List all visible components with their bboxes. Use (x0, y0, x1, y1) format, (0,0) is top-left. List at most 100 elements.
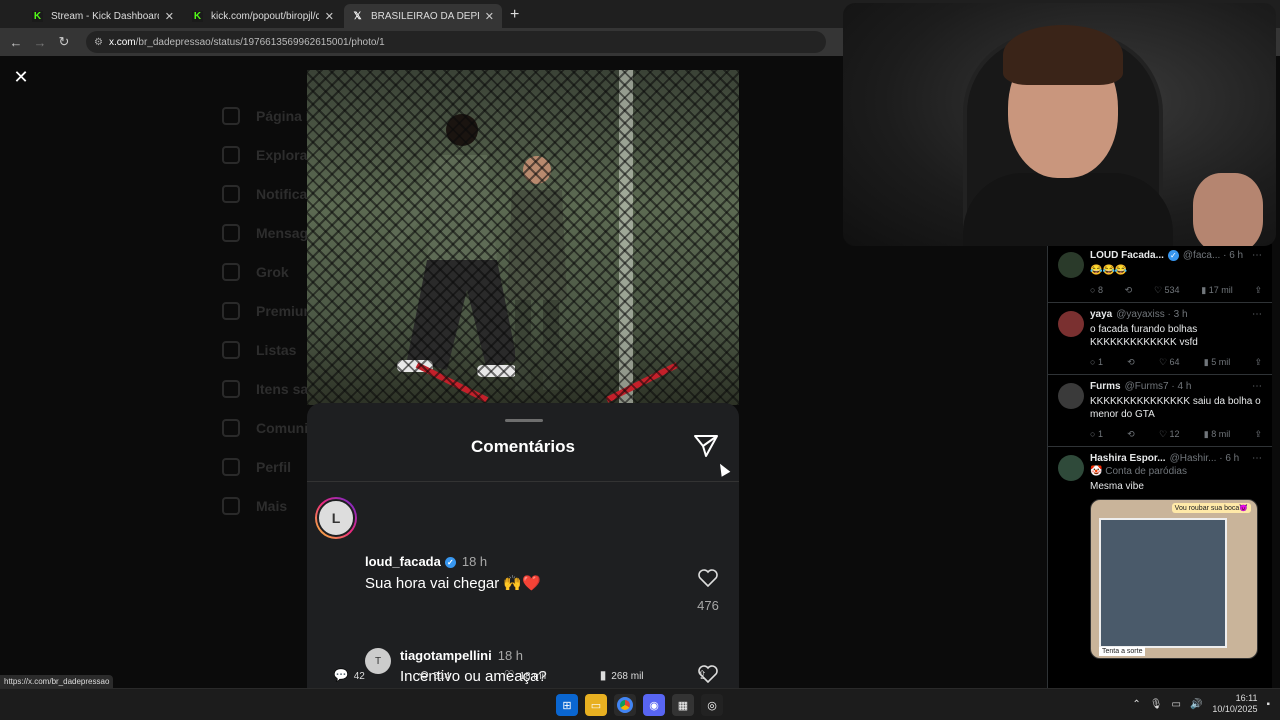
share-button[interactable]: ⇪ (697, 668, 712, 682)
tweet-handle: @Hashir... (1169, 453, 1217, 464)
bell-icon (222, 184, 240, 203)
obs-icon[interactable]: ◎ (701, 694, 723, 716)
like-count: 64 (1169, 357, 1180, 367)
tab-title: BRASILEIRÃO DA DEPRESSÃO n (371, 10, 479, 22)
share-icon[interactable]: ⇪ (1254, 285, 1262, 296)
comment-username[interactable]: loud_facada (365, 554, 441, 569)
tab-x-post[interactable]: 𝕏 BRASILEIRÃO DA DEPRESSÃO n ✕ (344, 4, 502, 28)
tab-kick-dashboard[interactable]: K Stream - Kick Dashboard ✕ (24, 4, 182, 28)
heart-icon[interactable] (698, 569, 718, 587)
post-photo[interactable] (307, 70, 739, 405)
image-caption: Tenta a sorte (1099, 647, 1146, 656)
x-logo-icon (222, 301, 240, 320)
send-icon[interactable] (693, 434, 719, 458)
tweet-time: 3 h (1173, 309, 1188, 320)
tweet-handle-time: @faca... · 6 h (1182, 250, 1244, 261)
avatar[interactable]: L (315, 497, 357, 539)
volume-icon[interactable]: 🔊 (1190, 699, 1202, 710)
tweet[interactable]: LOUD Facada... ✓ @faca... · 6 h ⋯ 😂😂😂 ○ 8 ⟲ ♡… (1048, 244, 1272, 303)
app-icon[interactable]: ▦ (672, 694, 694, 716)
more-icon[interactable]: ⋯ (1252, 250, 1262, 261)
like-button[interactable]: ♡ 12 (1159, 429, 1180, 440)
post-action-bar: 💬 42 ⟲ 514 ♡ 18 mil ▮ 268 mil ⇪ (307, 661, 739, 688)
close-photo-button[interactable]: ✕ (12, 68, 30, 86)
like-button[interactable]: ♡ 64 (1159, 357, 1180, 368)
back-icon[interactable]: ← (4, 35, 28, 50)
notification-icon[interactable]: ▪ (1266, 699, 1270, 710)
tweet-handle-time: @Hashir... · 6 h (1169, 453, 1240, 464)
tweet-text: KKKKKKKKKKKKKKK saiu da bolha o menor do… (1090, 396, 1261, 420)
bar-chart-icon: ▮ (599, 667, 607, 682)
discord-icon[interactable]: ◉ (643, 694, 665, 716)
tweet-text: 😂😂😂 (1090, 265, 1128, 276)
avatar[interactable] (1058, 311, 1084, 337)
views-button[interactable]: ▮ 17 mil (1201, 285, 1232, 296)
tweet[interactable]: yaya @yayaxiss · 3 h ⋯ o facada furando bo… (1048, 303, 1272, 375)
repost-icon[interactable]: ⟲ (1125, 285, 1133, 296)
reply-button[interactable]: ○ 1 (1090, 429, 1103, 440)
windows-start-icon[interactable]: ⊞ (556, 694, 578, 716)
tweet[interactable]: Furms @Furms7 · 4 h ⋯ KKKKKKKKKKKKKKK saiu… (1048, 375, 1272, 447)
url-input[interactable]: ⚙ x.com /br_dadepressao/status/197661356… (86, 31, 826, 53)
chevron-up-icon[interactable]: ⌃ (1132, 699, 1140, 710)
tweet[interactable]: Hashira Espor... @Hashir... · 6 h ⋯ 🤡 Cont… (1048, 447, 1272, 665)
avatar[interactable] (1058, 252, 1084, 278)
site-info-icon[interactable]: ⚙ (94, 37, 103, 48)
reply-button[interactable]: ○ 1 (1090, 357, 1103, 368)
like-count: 18 mil (519, 670, 547, 682)
clock[interactable]: 16:11 10/10/2025 (1212, 693, 1257, 715)
like-button[interactable]: ♡ 534 (1154, 285, 1180, 296)
tweet-author-name[interactable]: yaya (1090, 309, 1112, 320)
reload-icon[interactable]: ↻ (52, 34, 76, 50)
tab-title: kick.com/popout/biropjl/chat (211, 10, 319, 22)
tab-kick-chat[interactable]: K kick.com/popout/biropjl/chat ✕ (184, 4, 342, 28)
close-icon[interactable]: ✕ (325, 10, 334, 23)
tweet-image[interactable]: Vou roubar sua boca😈 Tenta a sorte (1090, 499, 1258, 659)
image-inset (1099, 518, 1227, 648)
reply-button[interactable]: ○ 8 (1090, 285, 1103, 296)
more-icon[interactable]: ⋯ (1252, 381, 1262, 392)
view-count: 5 mil (1211, 357, 1231, 367)
repost-icon: ⟲ (418, 667, 429, 682)
tweet-time: 6 h (1225, 453, 1240, 464)
close-icon[interactable]: ✕ (485, 10, 494, 23)
reply-count: 1 (1097, 429, 1103, 439)
network-icon[interactable]: ▭ (1172, 699, 1181, 710)
file-explorer-icon[interactable]: ▭ (585, 694, 607, 716)
repost-icon[interactable]: ⟲ (1127, 357, 1135, 368)
tab-title: Stream - Kick Dashboard (51, 10, 159, 22)
microphone-icon[interactable]: 🎙 (1150, 699, 1163, 710)
url-path: /br_dadepressao/status/19766135699626150… (135, 36, 385, 48)
more-icon[interactable]: ⋯ (1252, 453, 1262, 464)
views-button[interactable]: ▮ 8 mil (1204, 429, 1230, 440)
streamer-hand (1193, 173, 1263, 246)
avatar[interactable] (1058, 455, 1084, 481)
repost-icon[interactable]: ⟲ (1127, 429, 1135, 440)
share-icon[interactable]: ⇪ (1254, 429, 1262, 440)
views-button[interactable]: ▮ 5 mil (1204, 357, 1230, 368)
chrome-icon[interactable] (614, 694, 636, 716)
repost-count: 514 (433, 670, 451, 682)
kick-logo-icon: K (192, 10, 203, 22)
comments-panel: Comentários L loud_facada ✓ 18 h Sua hora … (307, 403, 739, 688)
close-icon[interactable]: ✕ (165, 10, 174, 23)
share-icon: ⇪ (697, 667, 708, 682)
more-icon[interactable]: ⋯ (1252, 309, 1262, 320)
share-icon[interactable]: ⇪ (1254, 357, 1262, 368)
views-button[interactable]: ▮ 268 mil (600, 668, 644, 682)
tweet-author-name[interactable]: Furms (1090, 381, 1121, 392)
avatar[interactable] (1058, 383, 1084, 409)
drag-handle[interactable] (505, 419, 543, 422)
comment-author[interactable]: loud_facada ✓ 18 h (365, 554, 487, 569)
new-tab-button[interactable]: + (510, 4, 519, 28)
communities-icon (222, 418, 240, 437)
repost-button[interactable]: ⟲ 514 (418, 668, 450, 682)
comment-like-count: 476 (697, 598, 719, 613)
forward-icon[interactable]: → (28, 35, 52, 50)
tweet-author-name[interactable]: Hashira Espor... (1090, 453, 1166, 464)
tweet-handle: @faca... (1182, 250, 1221, 261)
like-button[interactable]: ♡ 18 mil (504, 668, 546, 682)
tweet-author-name[interactable]: LOUD Facada... (1090, 250, 1164, 261)
reply-button[interactable]: 💬 42 (334, 668, 365, 682)
tweet-time: 6 h (1229, 250, 1244, 261)
